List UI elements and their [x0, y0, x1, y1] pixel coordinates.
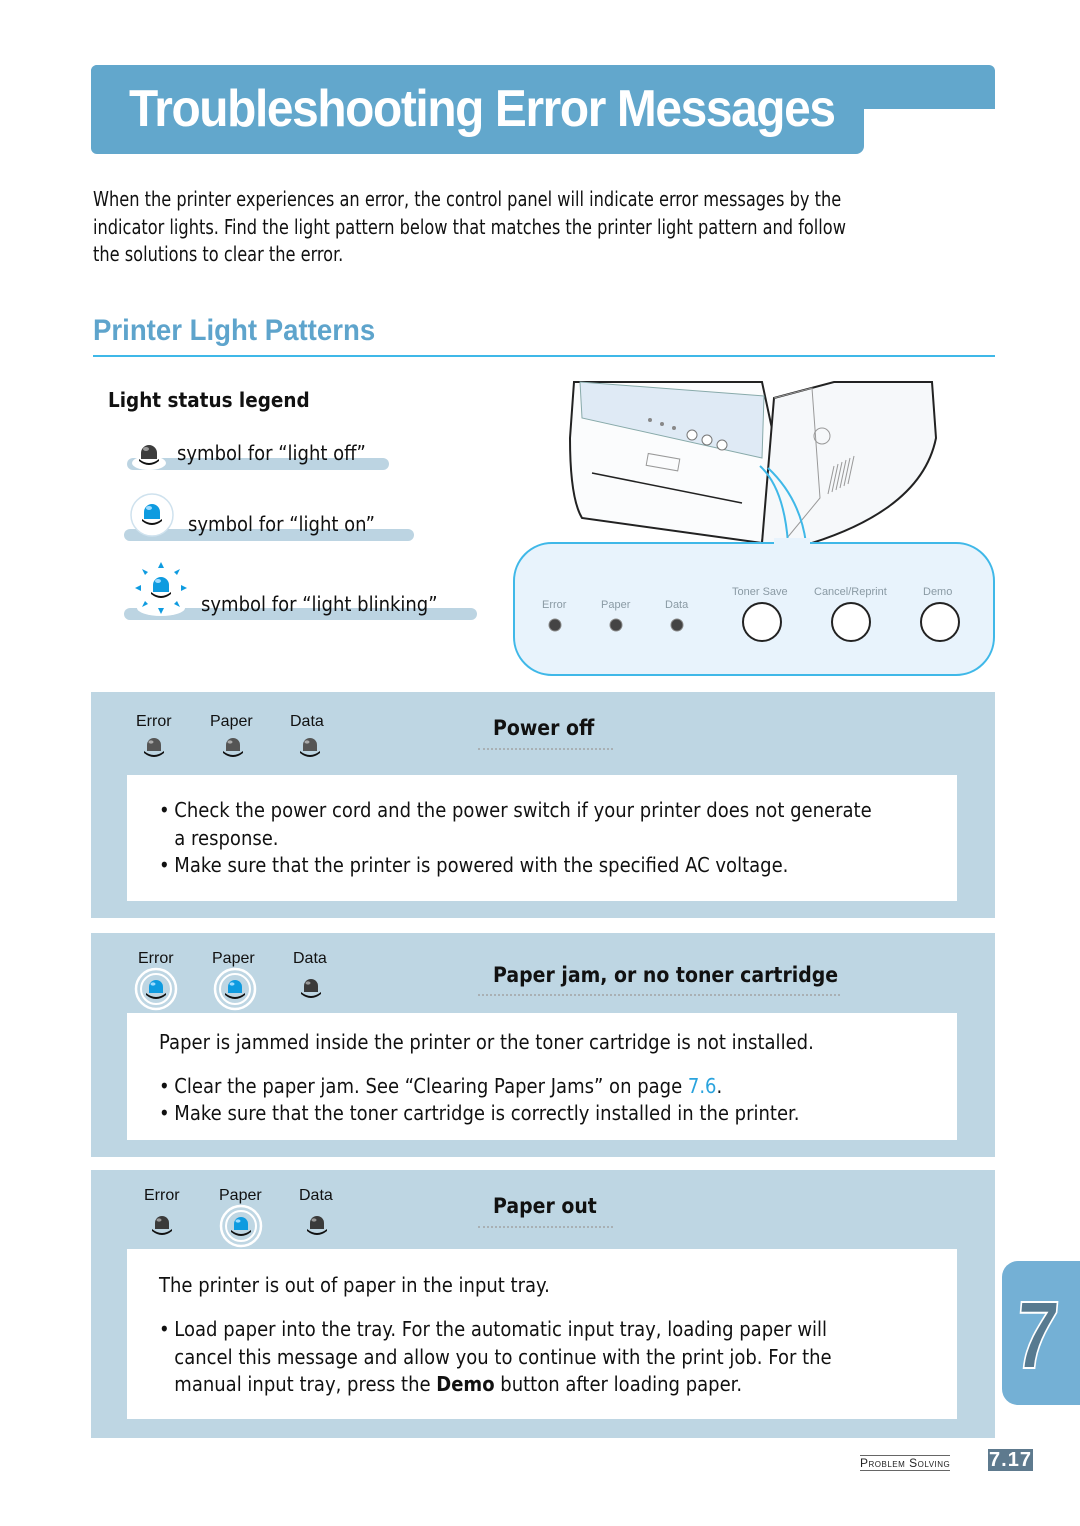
footer-section-label: Problem Solving — [860, 1455, 951, 1471]
led-label-error: Error — [136, 713, 172, 730]
intro-paragraph: When the printer experiences an error, t… — [93, 186, 993, 269]
led-label-paper: Paper — [219, 1187, 262, 1204]
printer-illustration: Error Paper Data Toner Save Cancel/Repri… — [512, 378, 996, 678]
led-label-paper: Paper — [212, 950, 255, 967]
solution-bullet: • Check the power cord and the power swit… — [159, 798, 872, 850]
section-divider — [93, 355, 995, 357]
led-label-error: Error — [138, 950, 174, 967]
intro-line: When the printer experiences an error, t… — [93, 187, 842, 211]
panel-led-label: Error — [542, 599, 567, 611]
panel-led-label: Paper — [601, 599, 631, 611]
pattern-solution-box: Paper is jammed inside the printer or th… — [127, 1013, 957, 1140]
solution-bullet: • Make sure that the toner cartridge is c… — [159, 1101, 800, 1125]
panel-button-label: Demo — [923, 586, 953, 598]
pattern-title: Power off — [493, 716, 595, 740]
page-link[interactable]: 7.6 — [688, 1074, 717, 1098]
led-off-icon — [301, 979, 321, 998]
title-underline-dots — [478, 1226, 613, 1228]
led-label-data: Data — [299, 1187, 333, 1204]
led-on-icon — [213, 967, 257, 1011]
chapter-number: 7 — [1010, 1281, 1063, 1390]
solution-bullet: • Make sure that the printer is powered w… — [159, 853, 789, 877]
pattern-card-power-off: Error Paper Data Power off • Check the po… — [91, 692, 995, 918]
pattern-solution-box: • Check the power cord and the power swit… — [127, 775, 957, 901]
led-off-icon — [152, 1216, 172, 1235]
chapter-tab[interactable]: 7 — [1002, 1261, 1080, 1405]
pattern-card-paper-jam: Error Paper Data Paper jam, or no toner … — [91, 933, 995, 1157]
intro-line: indicator lights. Find the light pattern… — [93, 214, 846, 239]
pattern-title: Paper jam, or no toner cartridge — [493, 963, 839, 987]
pattern-solution-box: The printer is out of paper in the input… — [127, 1249, 957, 1419]
legend-label: symbol for “light on” — [188, 512, 375, 536]
panel-button-label: Toner Save — [732, 586, 788, 598]
title-underline-dots — [478, 994, 840, 996]
legend-label: symbol for “light blinking” — [201, 592, 438, 616]
pattern-description: The printer is out of paper in the input… — [159, 1273, 550, 1297]
led-off-icon — [223, 738, 243, 757]
led-off-icon — [307, 1216, 327, 1235]
led-off-icon — [300, 738, 320, 757]
led-on-icon — [219, 1204, 263, 1248]
solution-bullet: • Load paper into the tray. For the autom… — [159, 1317, 832, 1396]
pattern-description: Paper is jammed inside the printer or th… — [159, 1030, 814, 1054]
solution-bullet: • Clear the paper jam. See “Clearing Pape… — [159, 1074, 723, 1098]
led-label-data: Data — [293, 950, 327, 967]
led-off-icon — [132, 445, 166, 470]
led-label-error: Error — [144, 1187, 180, 1204]
legend-title: Light status legend — [108, 388, 310, 412]
legend-label: symbol for “light off” — [177, 441, 366, 465]
page-title: Troubleshooting Error Messages — [129, 80, 836, 138]
led-blinking-icon — [135, 562, 187, 616]
title-underline-dots — [478, 748, 613, 750]
led-label-data: Data — [290, 713, 324, 730]
intro-line: the solutions to clear the error. — [93, 242, 344, 266]
pattern-card-paper-out: Error Paper Data Paper out The printer i… — [91, 1170, 995, 1438]
printer-body-icon — [513, 381, 995, 676]
led-off-icon — [144, 738, 164, 757]
pattern-title: Paper out — [493, 1194, 597, 1218]
footer-page-number: 7.17 — [988, 1449, 1033, 1471]
panel-button-label: Cancel/Reprint — [814, 586, 887, 598]
title-banner: Troubleshooting Error Messages — [91, 65, 995, 154]
led-label-paper: Paper — [210, 713, 253, 730]
led-on-icon — [130, 493, 174, 537]
led-on-icon — [134, 967, 178, 1011]
section-heading: Printer Light Patterns — [93, 314, 376, 347]
panel-led-label: Data — [665, 599, 689, 611]
